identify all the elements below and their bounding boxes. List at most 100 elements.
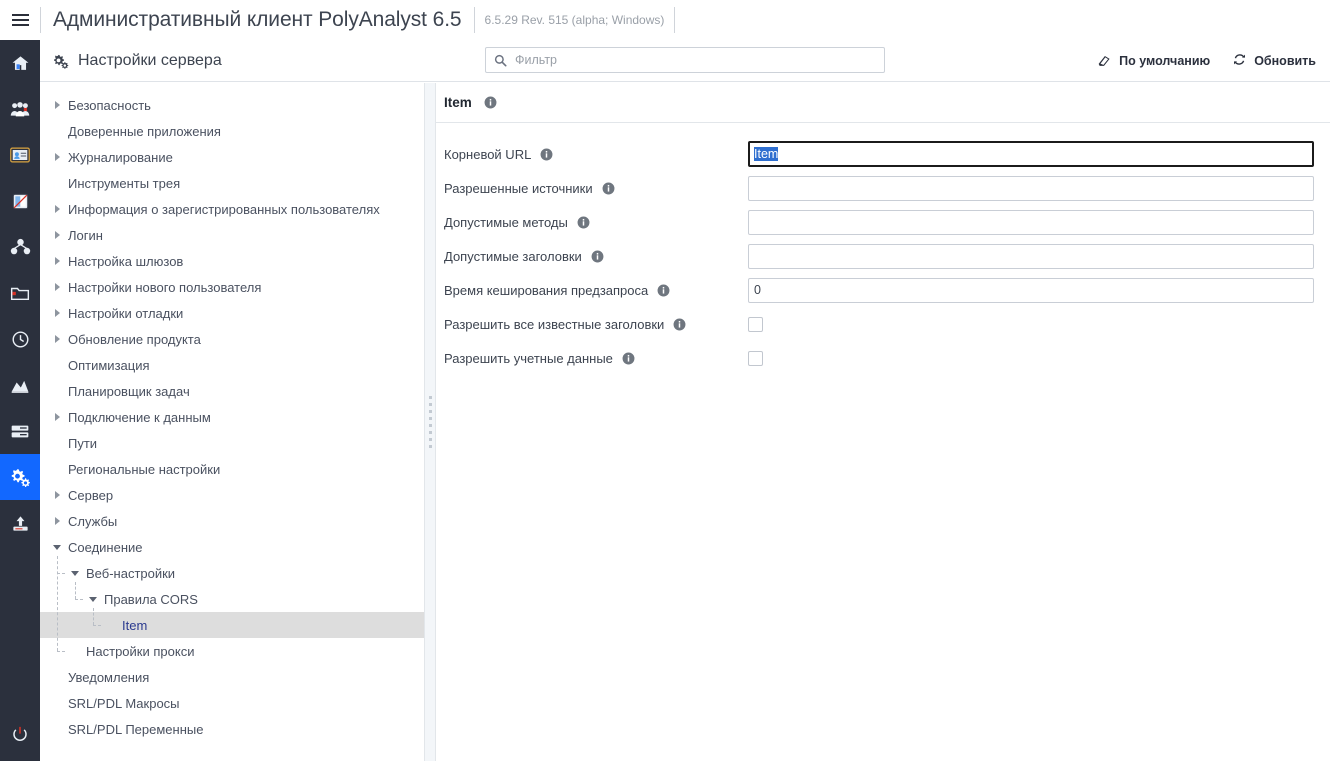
field-label-text: Разрешенные источники	[444, 180, 593, 196]
rail-item-server-settings[interactable]	[0, 454, 40, 500]
text-input-allowed-methods[interactable]	[748, 209, 1314, 235]
tree-item[interactable]: Информация о зарегистрированных пользова…	[40, 196, 429, 222]
tree-item[interactable]: Настройки нового пользователя	[40, 274, 429, 300]
info-icon[interactable]	[602, 182, 615, 195]
chevron-down-icon[interactable]	[68, 570, 82, 576]
tree-item[interactable]: Соединение	[40, 534, 429, 560]
tree-item[interactable]: Службы	[40, 508, 429, 534]
tree-item[interactable]: Доверенные приложения	[40, 118, 429, 144]
field-label-allowed-headers: Допустимые заголовки	[444, 249, 604, 264]
tree-item[interactable]: Веб-настройки	[40, 560, 429, 586]
tree-item-label: Настройки отладки	[68, 305, 184, 321]
checkbox-allow-credentials[interactable]	[748, 350, 763, 366]
form-row: Допустимые заголовки	[436, 239, 1330, 273]
tree-item-label: Настройки нового пользователя	[68, 279, 262, 295]
defaults-button[interactable]: По умолчанию	[1097, 53, 1210, 70]
chevron-right-icon[interactable]	[50, 283, 64, 291]
refresh-icon	[1232, 52, 1247, 70]
checkbox-allow-all-known-headers[interactable]	[748, 316, 763, 332]
tree-item[interactable]: Пути	[40, 430, 429, 456]
splitter-grip	[428, 396, 432, 448]
tree-item[interactable]: Настройки отладки	[40, 300, 429, 326]
field-label-root-url: Корневой URL	[444, 147, 553, 162]
icon-rail	[0, 40, 40, 761]
tree-item[interactable]: Обновление продукта	[40, 326, 429, 352]
tree-item[interactable]: Уведомления	[40, 664, 429, 690]
chevron-right-icon[interactable]	[50, 335, 64, 343]
tree-item[interactable]: Правила CORS	[40, 586, 429, 612]
rail-item-home[interactable]	[0, 40, 40, 86]
info-icon[interactable]	[622, 352, 635, 365]
settings-tree[interactable]: Безопасность Доверенные приложения Журнали…	[40, 83, 430, 761]
tree-item[interactable]: SRL/PDL Переменные	[40, 716, 429, 742]
tree-item[interactable]: Планировщик задач	[40, 378, 429, 404]
tree-item-label: Item	[122, 617, 148, 633]
chevron-right-icon[interactable]	[50, 413, 64, 421]
tree-item[interactable]: Настройки прокси	[40, 638, 429, 664]
text-input-root-url[interactable]: Item	[748, 141, 1314, 167]
panel-splitter[interactable]	[424, 83, 436, 761]
tree-guide-line	[75, 582, 76, 599]
rail-item-server[interactable]	[0, 408, 40, 454]
rail-item-power-off[interactable]	[0, 710, 40, 761]
rail-item-users[interactable]	[0, 86, 40, 132]
rail-item-nodes[interactable]	[0, 224, 40, 270]
page-title: Настройки сервера	[78, 51, 222, 69]
tree-guide-line	[57, 651, 65, 652]
tree-guide-line	[57, 573, 65, 574]
text-input-preflight-max-age[interactable]	[748, 277, 1314, 303]
form-row: Разрешенные источники	[436, 171, 1330, 205]
gears-icon	[52, 53, 69, 69]
tree-item-label: Оптимизация	[68, 357, 150, 373]
refresh-button[interactable]: Обновить	[1232, 52, 1316, 70]
rail-item-documents[interactable]	[0, 178, 40, 224]
chevron-right-icon[interactable]	[50, 205, 64, 213]
tree-guide-line	[75, 599, 83, 600]
tree-item[interactable]: SRL/PDL Макросы	[40, 690, 429, 716]
form-row: Корневой URL Item	[436, 137, 1330, 171]
rail-item-folders[interactable]	[0, 270, 40, 316]
info-icon[interactable]	[591, 250, 604, 263]
info-icon[interactable]	[577, 216, 590, 229]
tree-item[interactable]: Безопасность	[40, 92, 429, 118]
chevron-right-icon[interactable]	[50, 101, 64, 109]
tree-item[interactable]: Инструменты трея	[40, 170, 429, 196]
field-label-text: Допустимые заголовки	[444, 248, 582, 264]
rail-item-history[interactable]	[0, 316, 40, 362]
info-icon[interactable]	[673, 318, 686, 331]
hamburger-icon[interactable]	[0, 0, 40, 40]
chevron-right-icon[interactable]	[50, 153, 64, 161]
tree-item-label: Инструменты трея	[68, 175, 181, 191]
clock-icon	[11, 330, 30, 349]
filter-input[interactable]	[513, 49, 853, 71]
tree-item[interactable]: Сервер	[40, 482, 429, 508]
chevron-down-icon[interactable]	[86, 596, 100, 602]
chevron-right-icon[interactable]	[50, 231, 64, 239]
info-icon[interactable]	[484, 96, 497, 109]
settings-panel-header: Item	[436, 83, 1330, 123]
tree-item[interactable]: Подключение к данным	[40, 404, 429, 430]
chevron-right-icon[interactable]	[50, 309, 64, 317]
field-label-allow-all-known-headers: Разрешить все известные заголовки	[444, 317, 686, 332]
chevron-right-icon[interactable]	[50, 257, 64, 265]
field-control-allowed-methods	[748, 209, 1314, 235]
tree-item[interactable]: Настройка шлюзов	[40, 248, 429, 274]
tree-item[interactable]: Журналирование	[40, 144, 429, 170]
chevron-down-icon[interactable]	[50, 544, 64, 550]
chevron-right-icon[interactable]	[50, 517, 64, 525]
info-icon[interactable]	[540, 148, 553, 161]
chevron-right-icon[interactable]	[50, 491, 64, 499]
text-input-allowed-origins[interactable]	[748, 175, 1314, 201]
tree-item[interactable]: Региональные настройки	[40, 456, 429, 482]
tree-item[interactable]: Логин	[40, 222, 429, 248]
filter-box[interactable]	[485, 47, 885, 73]
tree-item-label: SRL/PDL Переменные	[68, 721, 204, 737]
server-icon	[10, 423, 30, 440]
rail-item-licenses[interactable]	[0, 132, 40, 178]
rail-item-upload[interactable]	[0, 500, 40, 546]
eraser-icon	[1097, 53, 1112, 70]
info-icon[interactable]	[657, 284, 670, 297]
rail-item-statistics[interactable]	[0, 362, 40, 408]
text-input-allowed-headers[interactable]	[748, 243, 1314, 269]
tree-item[interactable]: Оптимизация	[40, 352, 429, 378]
